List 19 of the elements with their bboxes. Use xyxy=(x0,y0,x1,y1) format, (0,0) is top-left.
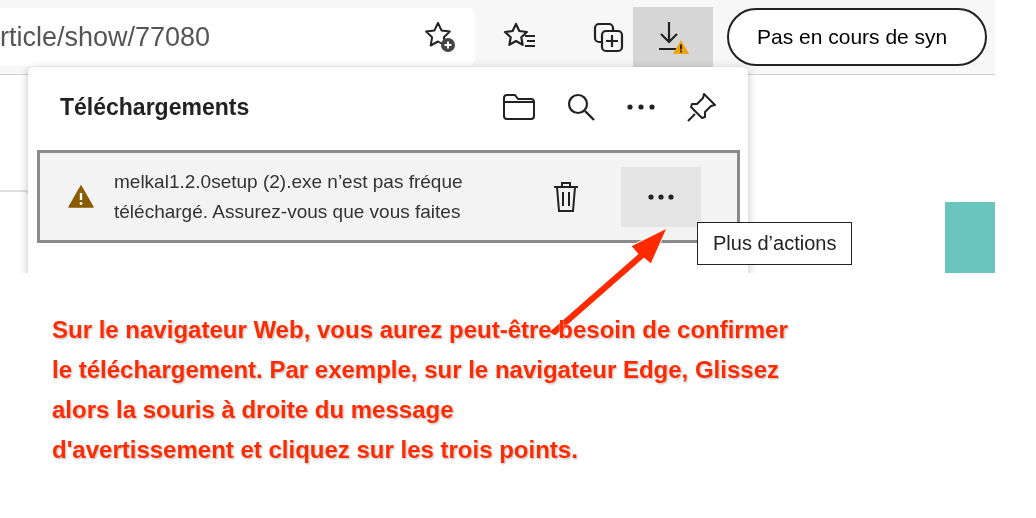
more-icon[interactable] xyxy=(626,103,656,111)
download-message: melkal1.2.0setup (2).exe n’est pas fréque xyxy=(114,169,464,194)
delete-icon[interactable] xyxy=(551,179,581,214)
page-block xyxy=(945,202,995,273)
collections-icon[interactable] xyxy=(591,21,626,53)
downloads-button[interactable] xyxy=(633,7,713,67)
annotation-text: Sur le navigateur Web, vous aurez peut-être besoin de confirmer le téléchargement. Par exemple, sur le navigateur Edge, Glissez alors la souris à droite du message d'avertissement et cliquez sur les trois points. xyxy=(52,315,788,465)
address-bar[interactable]: rticle/show/77080 xyxy=(0,8,475,66)
download-message: téléchargé. Assurez-vous que vous faites xyxy=(114,199,462,224)
more-icon xyxy=(647,192,675,201)
tooltip: Plus d’actions xyxy=(697,222,853,265)
download-icon xyxy=(656,19,690,55)
sync-button[interactable]: Pas en cours de syn xyxy=(727,8,987,66)
folder-icon[interactable] xyxy=(502,93,536,121)
url-text: rticle/show/77080 xyxy=(0,21,211,53)
search-icon[interactable] xyxy=(566,92,596,122)
star-plus-icon[interactable] xyxy=(423,20,457,54)
pin-icon[interactable] xyxy=(686,91,718,123)
panel-title: Téléchargements xyxy=(60,93,250,121)
